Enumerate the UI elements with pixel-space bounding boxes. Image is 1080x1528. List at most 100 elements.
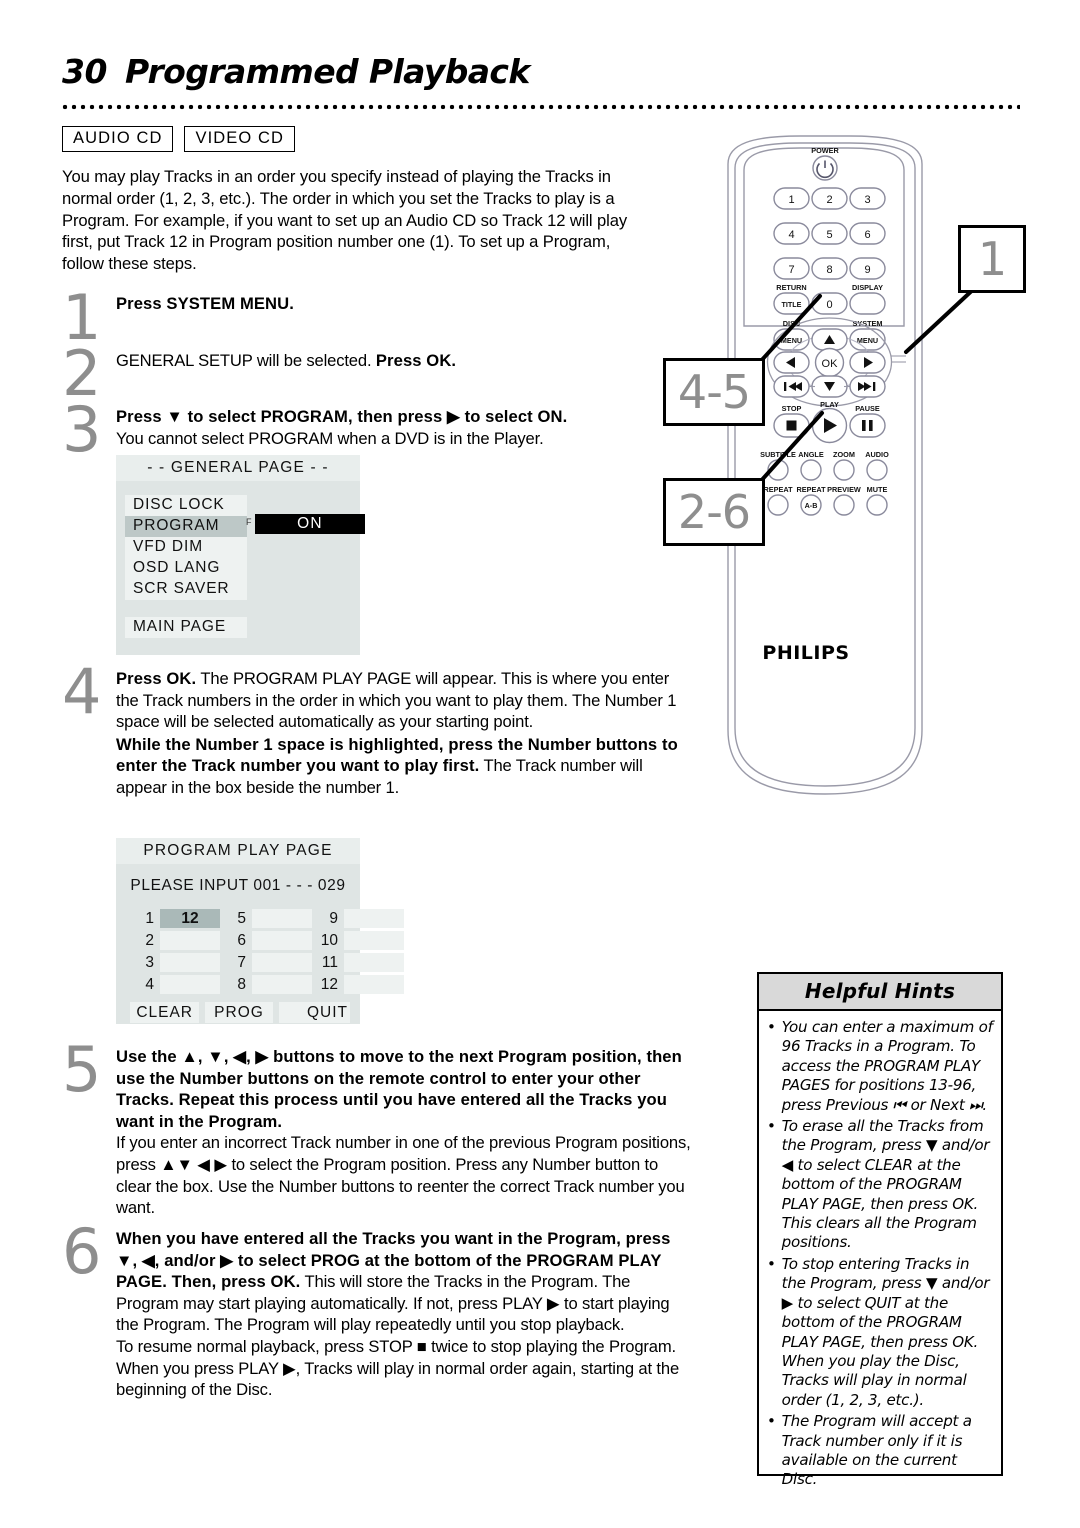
- program-slot-grid: 1 12 5 9 2 6 10 3 7 11 4 8 12: [128, 909, 404, 997]
- bullet-icon: •: [767, 1254, 776, 1273]
- bullet-icon: •: [767, 1412, 776, 1431]
- step-2-bold: Press OK.: [375, 351, 457, 370]
- step-3-text: Press ▼ to select PROGRAM, then press ▶ …: [116, 406, 648, 449]
- slot-value[interactable]: [160, 931, 220, 950]
- program-value[interactable]: ON: [255, 514, 365, 534]
- program-play-page-title: PROGRAM PLAY PAGE: [116, 838, 360, 864]
- slot-index: 7: [237, 953, 246, 971]
- program-play-page-body: PLEASE INPUT 001 - - - 029 1 12 5 9 2 6 1…: [116, 864, 404, 1023]
- osd-row-disc-lock[interactable]: DISC LOCK: [125, 495, 247, 516]
- step-3-bold: Press ▼ to select PROGRAM, then press ▶ …: [116, 407, 568, 426]
- slot-value[interactable]: [344, 953, 404, 972]
- osd-row-osd-lang[interactable]: OSD LANG: [125, 558, 247, 579]
- badge-audio-cd: AUDIO CD: [62, 126, 174, 152]
- slot-value[interactable]: [252, 931, 312, 950]
- slot-index: 12: [320, 975, 338, 993]
- svg-text:1: 1: [788, 194, 794, 206]
- program-slot-9[interactable]: 9: [312, 909, 404, 928]
- program-value-flag: F: [246, 517, 252, 527]
- callout-steps-4-5: 4-5: [663, 358, 765, 426]
- step-4-number: 4: [62, 655, 102, 728]
- slot-value[interactable]: [344, 975, 404, 994]
- hint-text: The Program will accept a Track number o…: [781, 1412, 972, 1489]
- program-slot-11[interactable]: 11: [312, 953, 404, 972]
- hint-text: To erase all the Tracks from the Program…: [781, 1117, 990, 1252]
- hint-item: • To erase all the Tracks from the Progr…: [767, 1117, 993, 1253]
- slot-index: 6: [237, 931, 246, 949]
- helpful-hints-box: Helpful Hints • You can enter a maximum …: [757, 972, 1003, 1488]
- general-page-title: - - GENERAL PAGE - -: [116, 455, 360, 481]
- slot-value[interactable]: [160, 975, 220, 994]
- program-slot-2[interactable]: 2: [128, 931, 220, 950]
- slot-index: 5: [237, 909, 246, 927]
- clear-button[interactable]: CLEAR: [130, 1002, 200, 1023]
- manual-page: 30 Programmed Playback AUDIO CD VIDEO CD…: [0, 0, 1080, 1528]
- program-slot-10[interactable]: 10: [312, 931, 404, 950]
- program-slot-1[interactable]: 1 12: [128, 909, 220, 928]
- slot-value[interactable]: [252, 953, 312, 972]
- osd-row-program[interactable]: PROGRAM: [125, 516, 247, 537]
- general-page-body: DISC LOCK PROGRAM VFD DIM OSD LANG SCR S…: [116, 481, 365, 638]
- program-slot-4[interactable]: 4: [128, 975, 220, 994]
- program-slot-7[interactable]: 7: [220, 953, 312, 972]
- svg-text:3: 3: [864, 194, 870, 206]
- philips-logo: PHILIPS: [762, 642, 850, 664]
- bullet-icon: •: [767, 1018, 776, 1036]
- program-slot-6[interactable]: 6: [220, 931, 312, 950]
- hint-item: • The Program will accept a Track number…: [767, 1412, 993, 1490]
- osd-row-vfd-dim[interactable]: VFD DIM: [125, 537, 247, 558]
- slot-index: 11: [321, 953, 338, 971]
- helpful-hints-title: Helpful Hints: [759, 974, 1001, 1011]
- helpful-hints-list: • You can enter a maximum of 96 Tracks i…: [759, 1011, 1001, 1490]
- step-5-bold: Use the ▲, ▼, ◀, ▶ buttons to move to th…: [116, 1047, 682, 1131]
- step-4-bold: Press OK.: [116, 669, 197, 688]
- bullet-icon: •: [767, 1117, 776, 1136]
- step-3-number: 3: [62, 393, 102, 466]
- hint-item: • You can enter a maximum of 96 Tracks i…: [767, 1018, 993, 1115]
- step-6-text: When you have entered all the Tracks you…: [116, 1228, 694, 1401]
- slot-value[interactable]: [160, 953, 220, 972]
- step-5-rest: If you enter an incorrect Track number i…: [116, 1133, 691, 1218]
- slot-index: 3: [145, 953, 154, 971]
- osd-row-scr-saver[interactable]: SCR SAVER: [125, 579, 247, 600]
- disc-type-badges: AUDIO CD VIDEO CD: [62, 126, 296, 152]
- slot-index: 1: [145, 909, 154, 927]
- quit-button[interactable]: QUIT: [278, 1002, 351, 1023]
- prog-button[interactable]: PROG: [205, 1002, 273, 1023]
- page-number: 30: [62, 52, 107, 91]
- program-slot-3[interactable]: 3: [128, 953, 220, 972]
- program-slot-12[interactable]: 12: [312, 975, 404, 994]
- slot-index: 2: [145, 931, 154, 949]
- slot-value[interactable]: [344, 931, 404, 950]
- osd-row-main-page[interactable]: MAIN PAGE: [125, 617, 247, 638]
- slot-index: 9: [329, 909, 338, 927]
- step-1-text: Press SYSTEM MENU.: [116, 293, 642, 315]
- callout-step-1: 1: [958, 225, 1026, 293]
- program-slot-5[interactable]: 5: [220, 909, 312, 928]
- step-2-text: GENERAL SETUP will be selected. Press OK…: [116, 350, 642, 372]
- page-title: Programmed Playback: [124, 52, 530, 91]
- step-1-bold: Press SYSTEM MENU.: [116, 294, 294, 313]
- program-play-buttons: CLEAR PROG QUIT: [130, 1002, 351, 1023]
- slot-value[interactable]: [344, 909, 404, 928]
- hint-text: To stop entering Tracks in the Program, …: [781, 1254, 990, 1409]
- step-4-text: Press OK. The PROGRAM PLAY PAGE will app…: [116, 668, 694, 799]
- program-play-prompt: PLEASE INPUT 001 - - - 029: [130, 877, 346, 894]
- hint-text: You can enter a maximum of 96 Tracks in …: [781, 1018, 993, 1114]
- slot-index: 8: [237, 975, 246, 993]
- step-6-number: 6: [62, 1215, 102, 1288]
- slot-value[interactable]: 12: [160, 909, 220, 928]
- slot-index: 4: [145, 975, 154, 993]
- callout-steps-2-6: 2-6: [663, 478, 765, 546]
- step-5-text: Use the ▲, ▼, ◀, ▶ buttons to move to th…: [116, 1046, 694, 1219]
- slot-value[interactable]: [252, 909, 312, 928]
- general-page-osd: - - GENERAL PAGE - - DISC LOCK PROGRAM V…: [116, 455, 365, 655]
- step-5-number: 5: [62, 1033, 102, 1106]
- svg-text:POWER: POWER: [811, 146, 839, 155]
- step-4-rest: The PROGRAM PLAY PAGE will appear. This …: [116, 669, 677, 732]
- slot-value[interactable]: [252, 975, 312, 994]
- program-slot-8[interactable]: 8: [220, 975, 312, 994]
- intro-paragraph: You may play Tracks in an order you spec…: [62, 167, 628, 274]
- badge-video-cd: VIDEO CD: [184, 126, 296, 152]
- page-header: 30 Programmed Playback: [62, 52, 530, 91]
